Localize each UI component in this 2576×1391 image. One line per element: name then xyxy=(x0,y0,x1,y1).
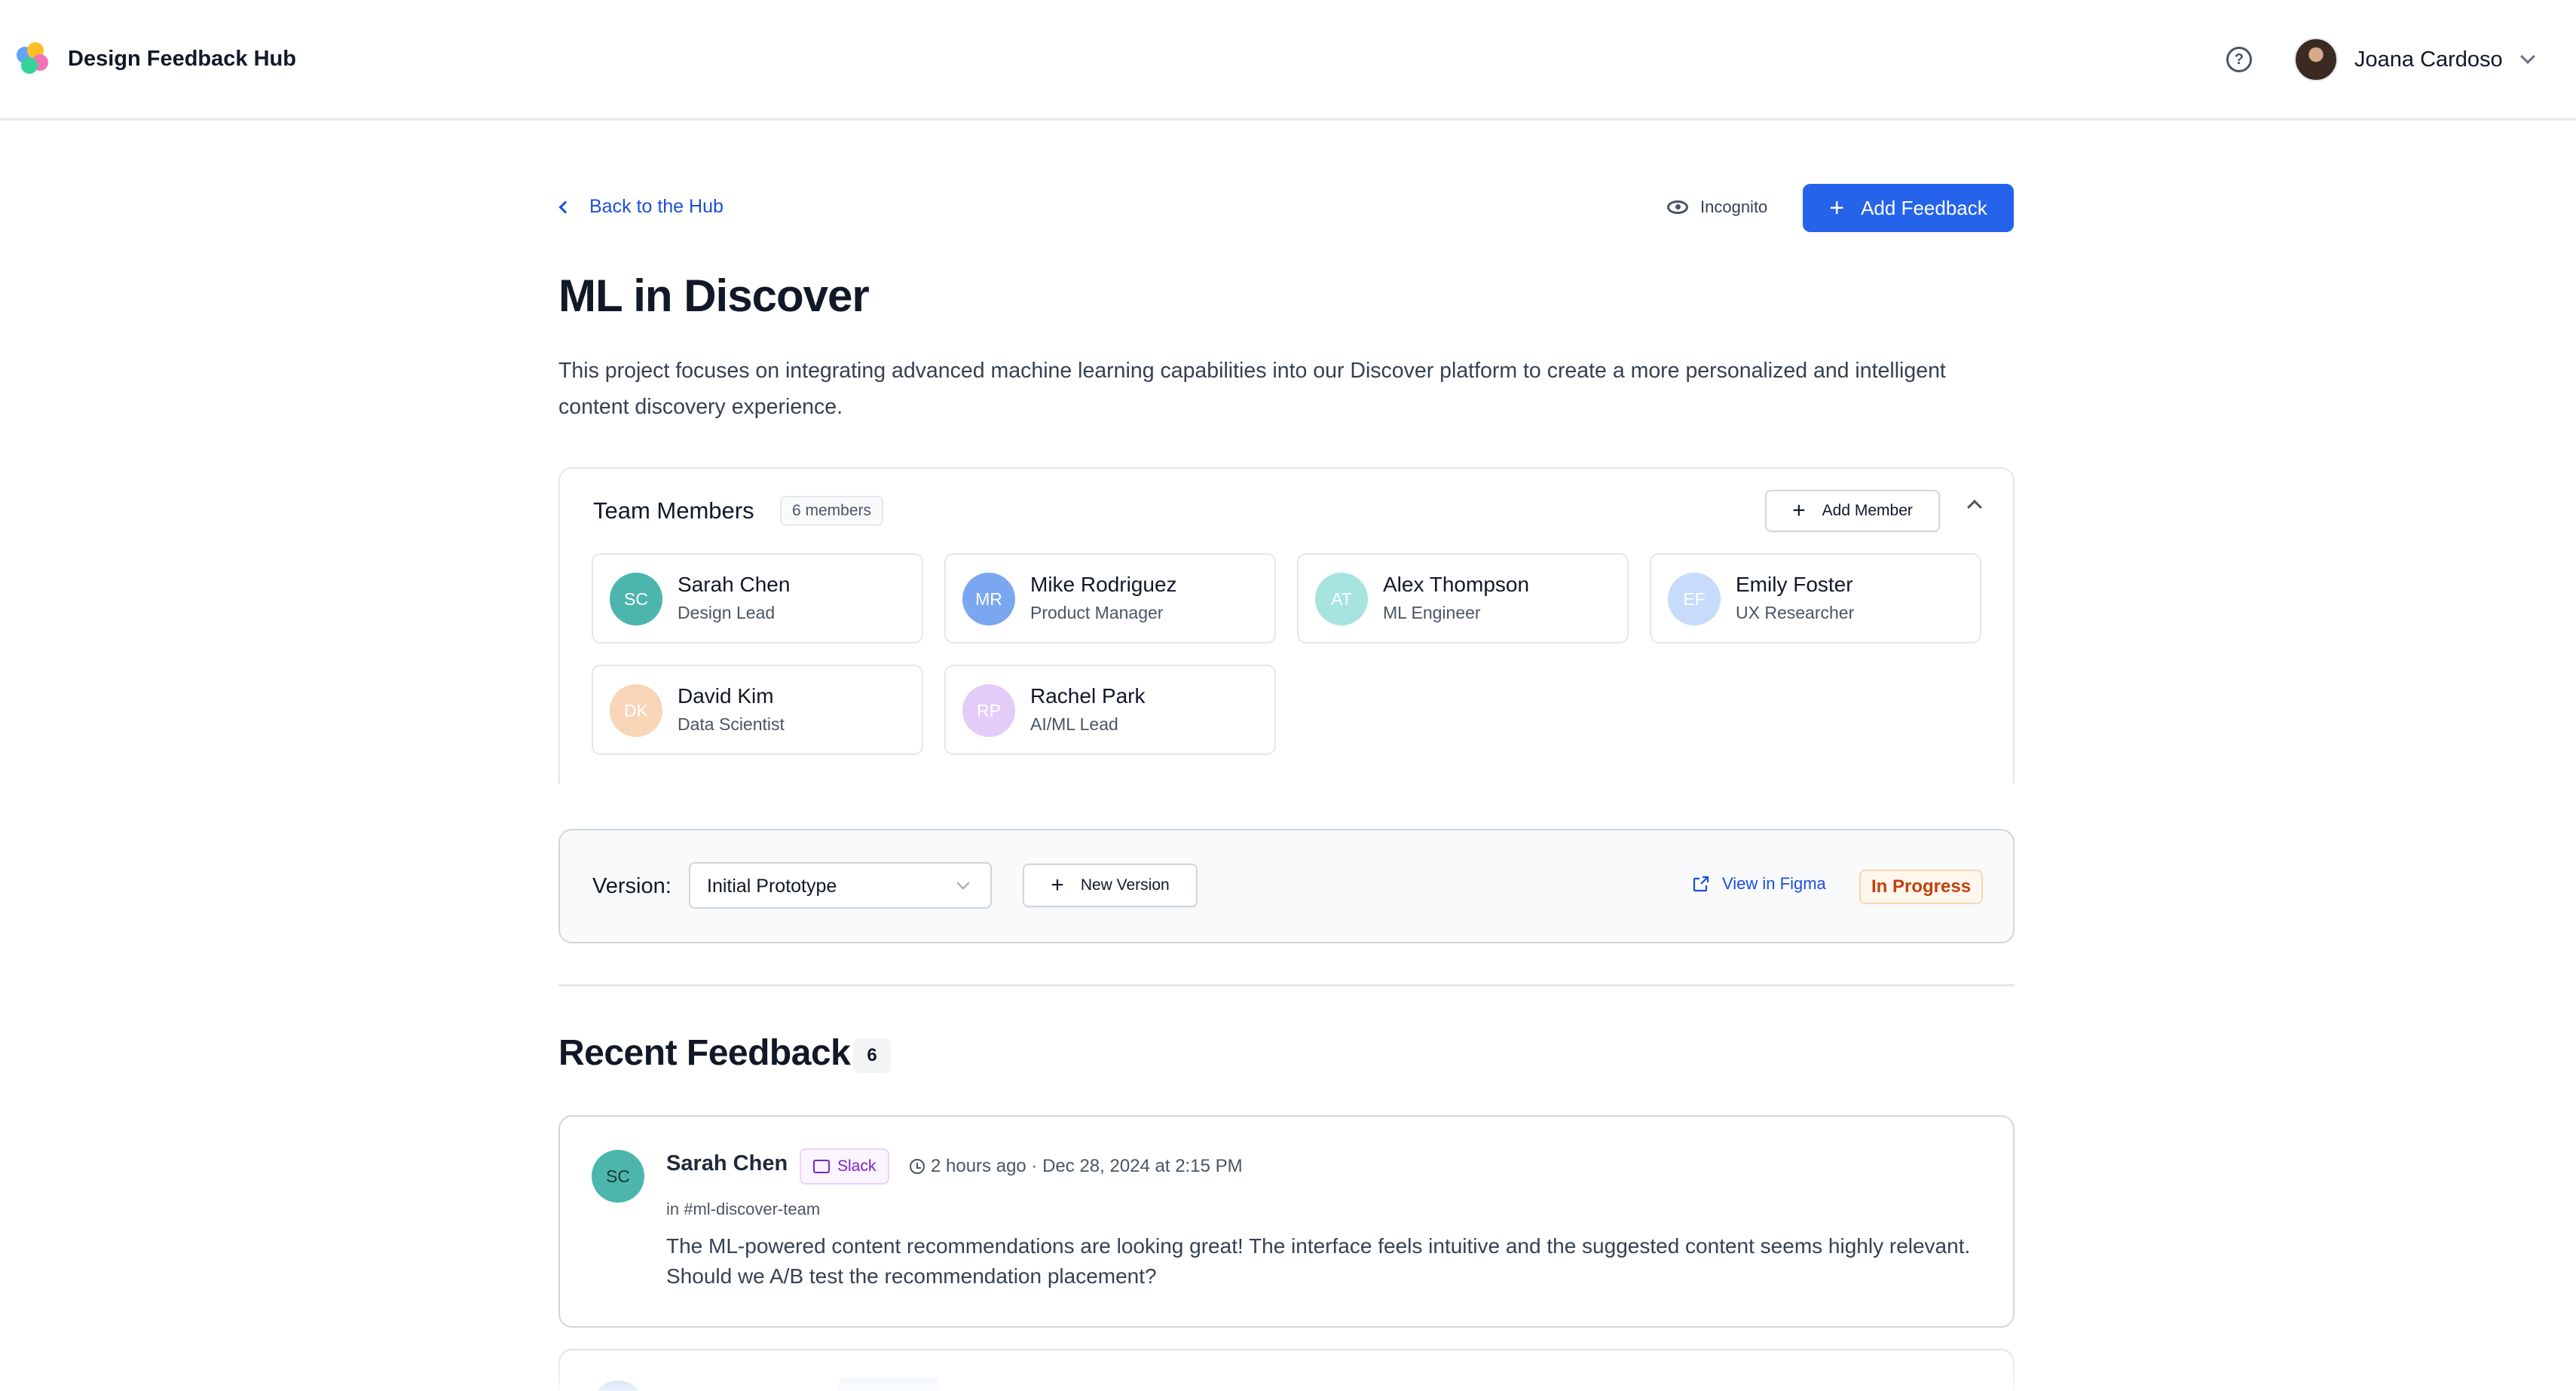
back-link-label: Back to the Hub xyxy=(589,196,724,217)
member-name: Mike Rodriguez xyxy=(1030,573,1177,596)
member-role: ML Engineer xyxy=(1383,603,1481,622)
message-square-icon xyxy=(813,1160,830,1173)
avatar: SC xyxy=(610,573,662,625)
section-divider xyxy=(558,984,2015,986)
member-role: AI/ML Lead xyxy=(1030,714,1118,734)
member-name: Rachel Park xyxy=(1030,684,1146,708)
recent-feedback-title: Recent Feedback xyxy=(558,1033,851,1073)
chevron-down-icon xyxy=(2519,49,2535,64)
version-select[interactable]: Initial Prototype xyxy=(689,862,992,909)
chevron-down-icon xyxy=(956,876,970,890)
add-feedback-label: Add Feedback xyxy=(1861,196,1987,219)
status-badge: In Progress xyxy=(1859,870,1984,904)
chevron-up-icon[interactable] xyxy=(1967,500,1982,515)
user-menu[interactable]: Joana Cardoso xyxy=(2294,38,2535,81)
avatar xyxy=(2294,38,2338,81)
view-in-figma-link[interactable]: View in Figma xyxy=(1692,874,1826,894)
add-feedback-button[interactable]: + Add Feedback xyxy=(1803,184,2014,232)
feedback-card[interactable]: SC Sarah Chen Slack 2 hours ago · Dec 28… xyxy=(558,1115,2015,1328)
version-selected-value: Initial Prototype xyxy=(707,876,837,897)
project-description: This project focuses on integrating adva… xyxy=(558,359,1946,419)
incognito-label: Incognito xyxy=(1700,197,1768,216)
top-navigation-bar: Design Feedback Hub ? Joana Cardoso xyxy=(0,0,2576,121)
team-members-title: Team Members xyxy=(593,497,754,524)
member-role: Product Manager xyxy=(1030,603,1164,622)
page-title: ML in Discover xyxy=(558,271,870,321)
incognito-toggle[interactable]: Incognito xyxy=(1667,197,1767,217)
plus-icon: + xyxy=(1829,194,1845,222)
team-member-card[interactable]: EF Emily Foster UX Researcher xyxy=(1650,553,1981,644)
feedback-channel: in #ml-discover-team xyxy=(666,1200,821,1218)
member-name: Emily Foster xyxy=(1736,573,1853,596)
plus-icon: + xyxy=(1792,498,1806,523)
add-member-label: Add Member xyxy=(1822,502,1913,519)
view-in-figma-label: View in Figma xyxy=(1722,874,1826,893)
app-title: Design Feedback Hub xyxy=(68,46,296,71)
member-role: UX Researcher xyxy=(1736,603,1855,622)
team-member-card[interactable]: SC Sarah Chen Design Lead xyxy=(592,553,923,644)
feedback-timestamp: 2 hours ago · Dec 28, 2024 at 2:15 PM xyxy=(910,1156,1243,1177)
avatar: SC xyxy=(592,1150,644,1203)
scroll-fade xyxy=(558,1341,2015,1391)
new-version-button[interactable]: + New Version xyxy=(1023,864,1198,907)
app-logo-icon xyxy=(17,42,50,75)
avatar: DK xyxy=(610,684,662,737)
eye-icon xyxy=(1667,200,1688,214)
version-toolbar: Version: Initial Prototype + New Version… xyxy=(558,829,2015,943)
version-label: Version: xyxy=(592,874,672,898)
avatar: RP xyxy=(962,684,1015,737)
source-label: Slack xyxy=(837,1157,877,1175)
member-name: Alex Thompson xyxy=(1383,573,1530,596)
member-name: David Kim xyxy=(678,684,774,708)
feedback-author: Sarah Chen xyxy=(666,1151,788,1175)
team-member-card[interactable]: RP Rachel Park AI/ML Lead xyxy=(944,665,1276,755)
members-count-badge: 6 members xyxy=(780,496,884,526)
add-member-button[interactable]: + Add Member xyxy=(1765,490,1940,532)
new-version-label: New Version xyxy=(1080,876,1170,894)
source-badge: Slack xyxy=(800,1148,890,1185)
avatar: MR xyxy=(962,573,1015,625)
help-icon[interactable]: ? xyxy=(2226,47,2252,72)
user-name: Joana Cardoso xyxy=(2354,47,2503,72)
external-link-icon xyxy=(1693,876,1709,892)
team-member-card[interactable]: DK David Kim Data Scientist xyxy=(592,665,923,755)
member-role: Data Scientist xyxy=(678,714,785,734)
team-member-card[interactable]: MR Mike Rodriguez Product Manager xyxy=(944,553,1276,644)
avatar: EF xyxy=(1668,573,1721,625)
member-role: Design Lead xyxy=(678,603,776,622)
member-name: Sarah Chen xyxy=(678,573,791,596)
chevron-left-icon xyxy=(558,200,572,213)
feedback-text: The ML-powered content recommendations a… xyxy=(666,1234,1971,1288)
team-members-panel: Team Members 6 members + Add Member SC S… xyxy=(558,467,2015,784)
plus-icon: + xyxy=(1051,873,1064,897)
feedback-count-badge: 6 xyxy=(853,1038,891,1073)
avatar: AT xyxy=(1315,573,1368,625)
back-to-hub-link[interactable]: Back to the Hub xyxy=(558,196,724,218)
brand[interactable]: Design Feedback Hub xyxy=(17,42,296,75)
feedback-time-text: 2 hours ago · Dec 28, 2024 at 2:15 PM xyxy=(931,1156,1243,1176)
team-member-card[interactable]: AT Alex Thompson ML Engineer xyxy=(1297,553,1629,644)
clock-icon xyxy=(910,1159,925,1174)
